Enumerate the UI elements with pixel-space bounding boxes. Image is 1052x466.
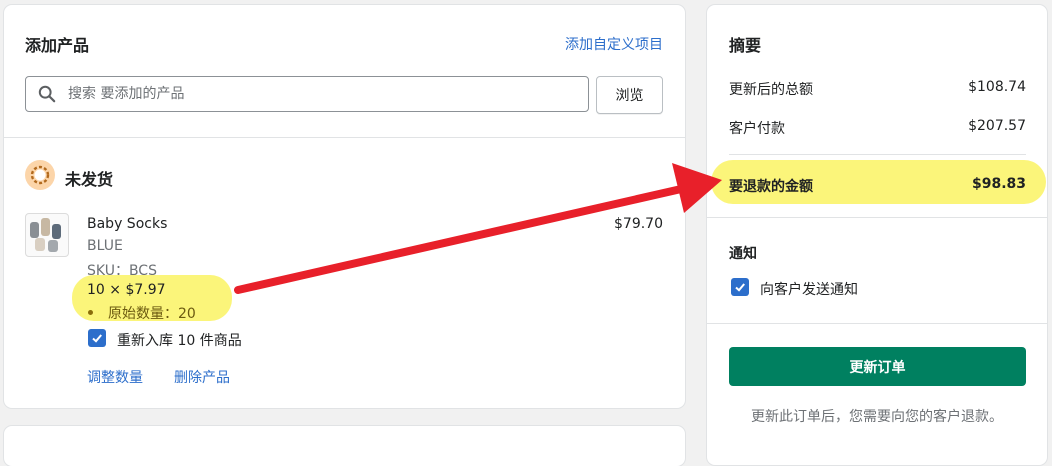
customer-paid-value: $207.57 bbox=[968, 118, 1026, 134]
product-thumbnail bbox=[25, 213, 69, 257]
product-search-input[interactable] bbox=[66, 85, 550, 103]
updated-total-label: 更新后的总额 bbox=[729, 82, 813, 98]
updated-total-value: $108.74 bbox=[968, 79, 1026, 95]
product-variant: BLUE bbox=[87, 238, 123, 254]
bullet-dot bbox=[88, 310, 93, 315]
summary-card: 摘要 更新后的总额 $108.74 客户付款 $207.57 要退款的金额 $9… bbox=[707, 5, 1047, 465]
product-price: $79.70 bbox=[614, 216, 663, 232]
restock-label: 重新入库 10 件商品 bbox=[117, 333, 242, 349]
unfulfilled-title: 未发货 bbox=[65, 170, 114, 189]
notify-customer-label: 向客户发送通知 bbox=[760, 282, 858, 298]
adjust-quantity-link[interactable]: 调整数量 bbox=[87, 367, 143, 387]
refund-label: 要退款的金额 bbox=[729, 179, 813, 195]
quantity-line: 10 × $7.97 bbox=[87, 282, 166, 298]
section-divider bbox=[4, 137, 685, 138]
product-search-box[interactable] bbox=[25, 76, 589, 112]
summary-divider-bottom bbox=[707, 323, 1047, 324]
restock-checkbox[interactable] bbox=[88, 329, 106, 347]
add-product-card: 添加产品 添加自定义项目 浏览 未发货 Baby Socks BLUE SKU：… bbox=[4, 5, 685, 408]
checkmark-icon bbox=[92, 334, 102, 343]
summary-divider bbox=[729, 154, 1026, 155]
next-card bbox=[4, 426, 685, 466]
checkmark-icon bbox=[735, 283, 745, 292]
customer-paid-label: 客户付款 bbox=[729, 121, 785, 137]
original-quantity: 原始数量：20 bbox=[108, 306, 196, 322]
product-sku: SKU：BCS bbox=[87, 263, 157, 279]
add-custom-item-link[interactable]: 添加自定义项目 bbox=[565, 34, 663, 54]
notify-customer-checkbox[interactable] bbox=[731, 278, 749, 296]
search-icon bbox=[38, 85, 56, 103]
summary-divider-full bbox=[707, 217, 1047, 218]
update-order-button[interactable]: 更新订单 bbox=[729, 347, 1026, 386]
unfulfilled-status-icon bbox=[25, 160, 55, 190]
add-product-title: 添加产品 bbox=[25, 36, 90, 55]
remove-product-link[interactable]: 删除产品 bbox=[174, 367, 230, 387]
refund-footnote: 更新此订单后，您需要向您的客户退款。 bbox=[751, 409, 1003, 425]
refund-value: $98.83 bbox=[971, 176, 1026, 192]
summary-title: 摘要 bbox=[729, 36, 762, 55]
browse-button[interactable]: 浏览 bbox=[596, 76, 663, 114]
notify-title: 通知 bbox=[729, 246, 757, 262]
product-name: Baby Socks bbox=[87, 216, 168, 232]
